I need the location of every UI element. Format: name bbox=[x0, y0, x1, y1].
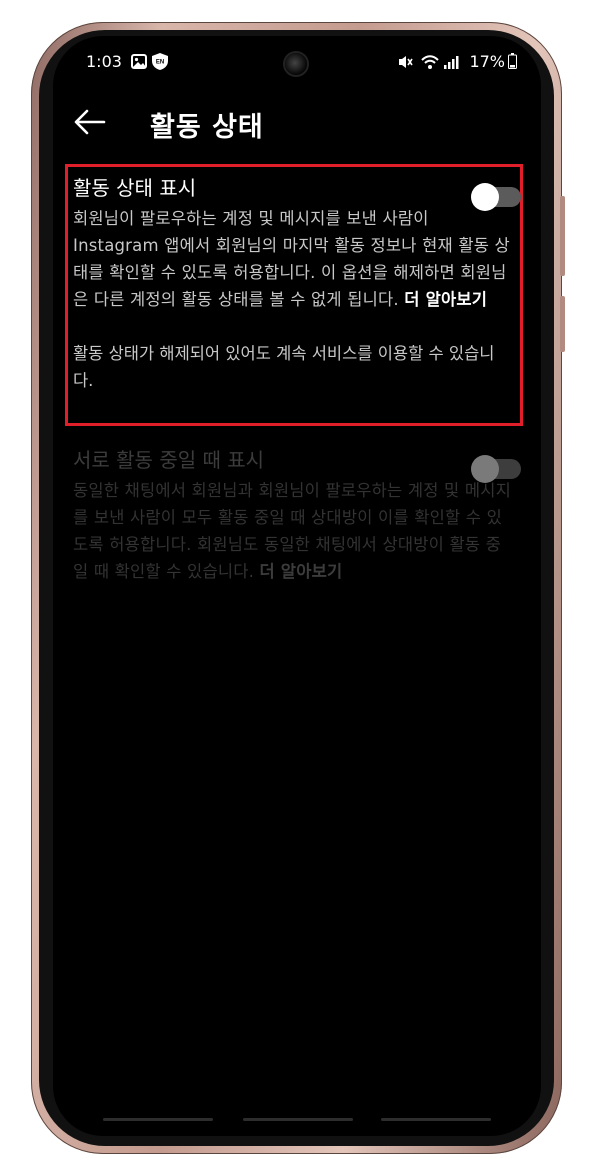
arrow-left-icon[interactable] bbox=[71, 102, 107, 138]
setting-title: 활동 상태 표시 bbox=[73, 176, 197, 200]
wifi-icon bbox=[421, 55, 439, 69]
mute-icon bbox=[399, 56, 413, 68]
volume-button bbox=[560, 196, 565, 276]
setting-description: 회원님이 팔로우하는 계정 및 메시지를 보낸 사람이 Instagram 앱에… bbox=[73, 205, 513, 313]
signal-icon bbox=[444, 56, 459, 69]
learn-more-link[interactable]: 더 알아보기 bbox=[259, 562, 342, 581]
setting-title: 서로 활동 중일 때 표시 bbox=[73, 448, 265, 472]
learn-more-link[interactable]: 더 알아보기 bbox=[404, 290, 487, 309]
power-button bbox=[560, 296, 565, 352]
gesture-bar bbox=[53, 1118, 541, 1128]
page-title: 활동 상태 bbox=[150, 112, 264, 143]
app-bar: 활동 상태 bbox=[53, 96, 541, 152]
front-camera bbox=[285, 53, 307, 75]
activity-status-toggle[interactable] bbox=[471, 183, 521, 211]
toggle-knob bbox=[471, 183, 499, 211]
nav-gesture-center[interactable] bbox=[243, 1118, 353, 1121]
shield-icon: EN bbox=[152, 53, 168, 70]
setting-note: 활동 상태가 해제되어 있어도 계속 서비스를 이용할 수 있습니다. bbox=[73, 344, 495, 390]
setting-description: 동일한 채팅에서 회원님과 회원님이 팔로우하는 계정 및 메시지를 보낸 사람… bbox=[73, 477, 513, 585]
image-icon bbox=[131, 54, 147, 69]
setting-activity-status: 활동 상태 표시 회원님이 팔로우하는 계정 및 메시지를 보낸 사람이 Ins… bbox=[73, 174, 521, 394]
status-time: 1:03 bbox=[86, 52, 122, 71]
mutual-active-toggle[interactable] bbox=[471, 455, 521, 483]
phone-screen: 1:03 EN 17% 활동 상태 활동 상태 표시 회원님이 팔로우하는 계정… bbox=[53, 36, 541, 1136]
battery-percent: 17% bbox=[469, 52, 505, 71]
nav-gesture-right[interactable] bbox=[381, 1118, 491, 1121]
battery-icon bbox=[508, 53, 517, 69]
nav-gesture-left[interactable] bbox=[103, 1118, 213, 1121]
setting-show-when-both-active: 서로 활동 중일 때 표시 동일한 채팅에서 회원님과 회원님이 팔로우하는 계… bbox=[73, 446, 521, 585]
svg-text:EN: EN bbox=[156, 60, 164, 66]
toggle-knob bbox=[471, 455, 499, 483]
